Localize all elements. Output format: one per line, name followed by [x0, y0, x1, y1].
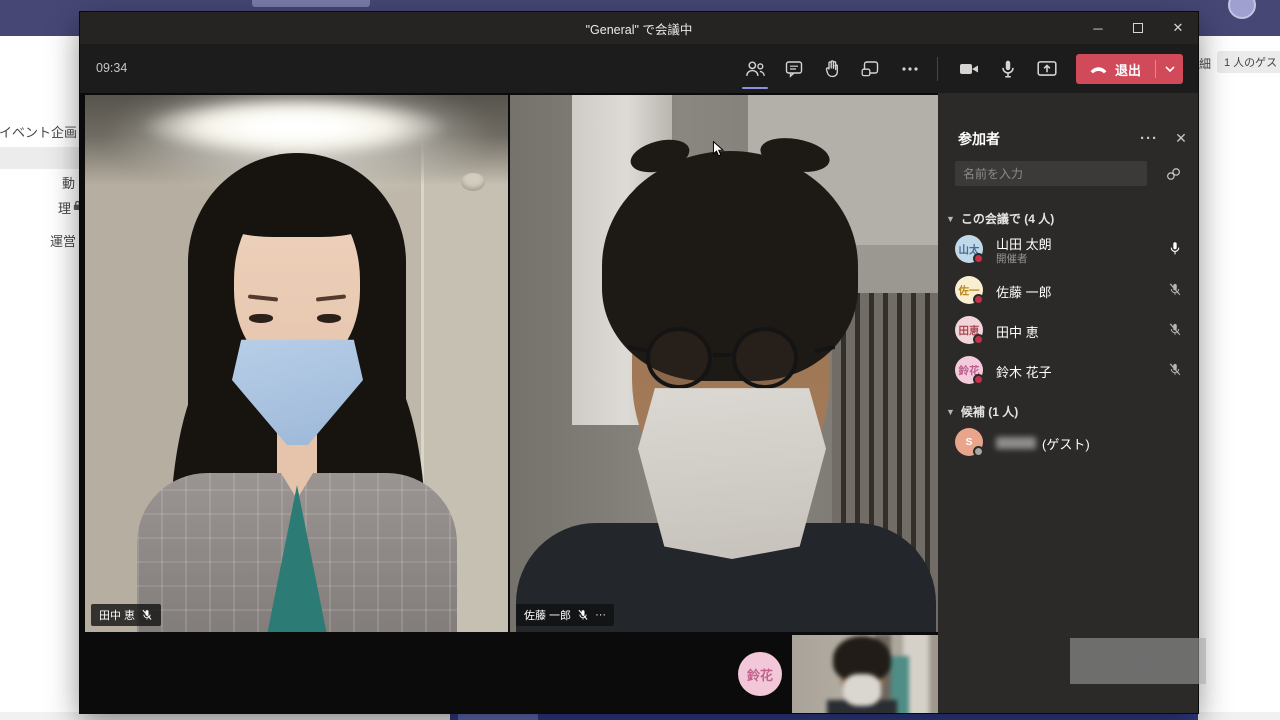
camera-button[interactable] [950, 52, 988, 86]
section-lobby[interactable]: ▼ 候補 (1 人) [946, 403, 1018, 420]
video-stage: 田中 恵 [80, 93, 938, 713]
background-search-bar [252, 0, 370, 7]
share-screen-icon [1036, 59, 1058, 79]
breakout-rooms-button[interactable] [851, 52, 889, 86]
tile-name-label: 田中 恵 [99, 607, 135, 623]
link-icon [1165, 166, 1182, 182]
mic-off-icon [141, 609, 153, 621]
mic-off-icon[interactable] [1168, 282, 1182, 297]
background-tab-partial[interactable]: 細 [1199, 55, 1211, 72]
name-badge-sato: 佐藤 一郎 ··· [516, 604, 614, 626]
presence-busy-dot [973, 374, 984, 385]
channel-item-event-planning[interactable]: ンイベント企画 [0, 122, 77, 141]
tile-name-label: 佐藤 一郎 [524, 607, 571, 623]
section-in-meeting[interactable]: ▼ この会議で (4 人) [946, 210, 1054, 227]
channel-item-highlight [0, 147, 80, 169]
mic-on-icon[interactable] [1168, 241, 1182, 256]
breakout-rooms-icon [860, 59, 880, 79]
toolbar-separator [937, 57, 938, 81]
video-tile-sato[interactable]: 佐藤 一郎 ··· [510, 95, 938, 632]
panel-title: 参加者 [958, 129, 1000, 149]
participant-name: 佐藤 一郎 [996, 282, 1052, 301]
audio-participant-avatar[interactable]: 鈴花 [738, 652, 782, 696]
leave-options-button[interactable] [1156, 65, 1183, 73]
meeting-title: "General" で会議中 [80, 19, 1198, 38]
chevron-collapse-icon: ▼ [946, 407, 955, 417]
chat-button[interactable] [775, 52, 813, 86]
channel-item-2[interactable]: 理 [58, 198, 71, 217]
maximize-button[interactable] [1118, 12, 1158, 44]
participants-icon [745, 59, 766, 79]
participant-search-input[interactable] [955, 161, 1147, 186]
meeting-titlebar[interactable]: "General" で会議中 ─ ✕ [80, 12, 1198, 44]
presence-offline-dot [973, 446, 984, 457]
meeting-timer: 09:34 [96, 61, 127, 75]
video-tile-tanaka[interactable]: 田中 恵 [85, 95, 508, 632]
raise-hand-icon [822, 59, 842, 79]
participant-row-guest[interactable]: S (ゲスト) [938, 422, 1198, 462]
presence-busy-dot [973, 294, 984, 305]
panel-more-button[interactable]: ··· [1136, 125, 1162, 151]
background-bottom-bar-segment [458, 712, 538, 720]
minimize-button[interactable]: ─ [1078, 12, 1118, 44]
presence-busy-dot [973, 334, 984, 345]
participants-button[interactable] [736, 52, 774, 86]
participant-row-yamada[interactable]: 山太 山田 太朗 開催者 [938, 229, 1198, 269]
copy-invite-link-button[interactable] [1162, 164, 1184, 184]
participant-name: 田中 恵 [996, 322, 1039, 341]
guest-suffix: (ゲスト) [1042, 434, 1090, 453]
participant-name: 鈴木 花子 [996, 362, 1052, 381]
screen: ンイベント企画 動 理 運営 細 1 人のゲスト "General" で会議中 … [0, 0, 1280, 720]
panel-close-button[interactable]: ✕ [1168, 125, 1194, 151]
mouse-cursor [712, 141, 726, 157]
participant-row-sato[interactable]: 佐一 佐藤 一郎 [938, 270, 1198, 310]
share-screen-button[interactable] [1028, 52, 1066, 86]
participants-panel: 参加者 ··· ✕ ▼ この会議で (4 人) 山太 山田 太朗 開催者 [938, 93, 1198, 713]
leave-button[interactable]: 退出 [1076, 54, 1183, 84]
mic-off-icon[interactable] [1168, 362, 1182, 377]
watermark-text: Attain [1099, 644, 1178, 678]
camera-icon [958, 59, 980, 79]
mic-button[interactable] [989, 52, 1027, 86]
raise-hand-button[interactable] [813, 52, 851, 86]
participant-row-tanaka[interactable]: 田恵 田中 恵 [938, 310, 1198, 350]
mic-off-icon [577, 609, 589, 621]
tile-more-icon[interactable]: ··· [595, 609, 606, 621]
guest-count-badge: 1 人のゲスト [1217, 51, 1280, 73]
chevron-collapse-icon: ▼ [946, 214, 955, 224]
mic-off-icon[interactable] [1168, 322, 1182, 337]
mic-icon [998, 59, 1018, 79]
close-button[interactable]: ✕ [1158, 12, 1198, 44]
self-view-art [792, 635, 938, 713]
avatar-initials: 鈴花 [747, 665, 773, 684]
more-actions-button[interactable] [891, 52, 929, 86]
redacted-guest-name [996, 437, 1036, 449]
participant-role: 開催者 [996, 251, 1028, 266]
meeting-toolbar: 09:34 [80, 44, 1198, 93]
meeting-window: "General" で会議中 ─ ✕ 09:34 [80, 12, 1198, 713]
leave-label: 退出 [1115, 60, 1141, 79]
hangup-icon [1089, 64, 1108, 74]
self-view-video[interactable] [792, 635, 938, 713]
background-bottom-bar [450, 712, 1198, 720]
watermark: Attain [1070, 638, 1206, 684]
chat-icon [784, 59, 804, 79]
active-tab-underline [742, 87, 768, 90]
more-icon [900, 59, 920, 79]
presence-busy-dot [973, 253, 984, 264]
channel-item-1[interactable]: 動 [62, 173, 75, 192]
maximize-icon [1133, 23, 1143, 33]
participant-row-suzuki[interactable]: 鈴花 鈴木 花子 [938, 350, 1198, 390]
chevron-down-icon [1164, 65, 1176, 73]
channel-item-3[interactable]: 運営 [50, 231, 76, 250]
name-badge-tanaka: 田中 恵 [91, 604, 161, 626]
